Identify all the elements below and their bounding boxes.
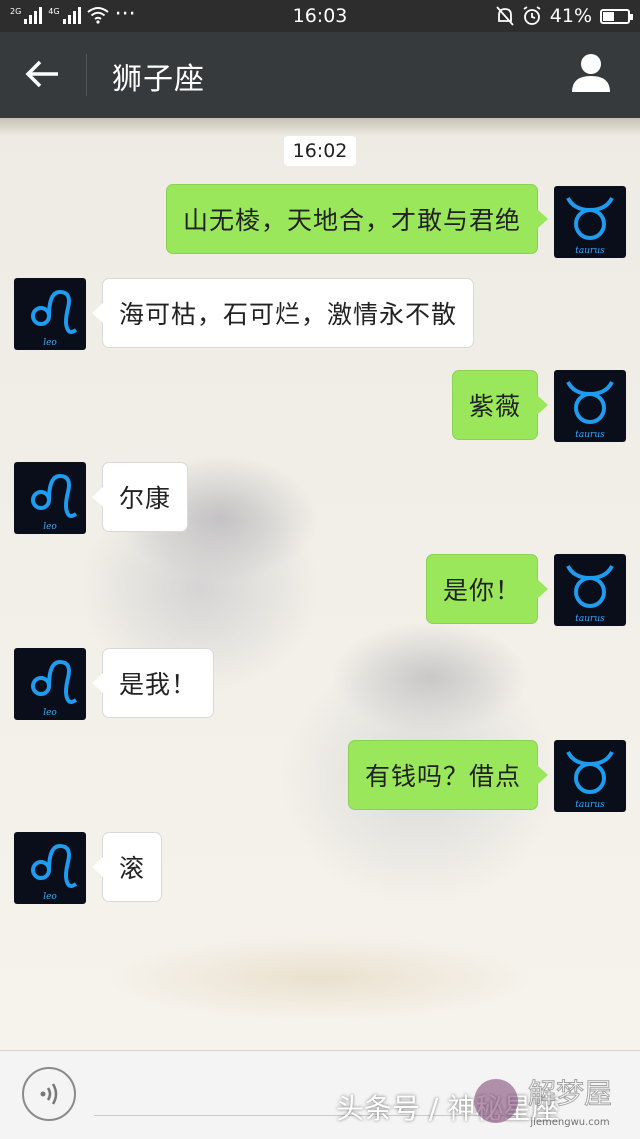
watermark-logo: 解梦屋 jiemengwu.com: [474, 1077, 613, 1128]
svg-text:taurus: taurus: [575, 614, 605, 624]
taurus-icon: taurus: [566, 751, 614, 810]
mute-bell-icon: [496, 6, 514, 26]
battery-icon: [600, 8, 633, 24]
svg-text:leo: leo: [43, 338, 57, 348]
chat-header: 狮子座: [0, 32, 640, 118]
status-bar: 2G 4G ··· 16:03 41%: [0, 0, 640, 32]
sent-message-bubble[interactable]: 是你！: [425, 554, 549, 624]
taurus-avatar[interactable]: taurus: [554, 186, 626, 258]
svg-text:leo: leo: [43, 708, 57, 718]
taurus-icon: taurus: [566, 565, 614, 624]
sent-message-bubble[interactable]: 有钱吗？借点: [347, 740, 549, 810]
voice-input-button[interactable]: [22, 1067, 76, 1121]
leo-avatar[interactable]: leo: [14, 832, 86, 904]
voice-icon: [40, 1083, 58, 1105]
leo-avatar[interactable]: leo: [14, 462, 86, 534]
sent-message-bubble[interactable]: 紫薇: [451, 370, 549, 440]
leo-icon: leo: [31, 843, 78, 902]
received-message-bubble[interactable]: 是我！: [91, 648, 215, 718]
header-divider: [86, 54, 87, 96]
leo-icon: leo: [31, 473, 78, 532]
taurus-icon: taurus: [566, 197, 614, 256]
taurus-avatar[interactable]: taurus: [554, 554, 626, 626]
message-list[interactable]: 16:02 山无棱，天地合，才敢与君绝 taurus leo 海可枯，石可烂，激…: [0, 118, 640, 1050]
leo-avatar[interactable]: leo: [14, 278, 86, 350]
taurus-avatar[interactable]: taurus: [554, 740, 626, 812]
received-message-bubble[interactable]: 滚: [91, 832, 163, 902]
contact-profile-icon[interactable]: [568, 50, 614, 96]
input-bar: 头条号 / 神秘星座 解梦屋 jiemengwu.com: [0, 1050, 640, 1139]
svg-text:taurus: taurus: [575, 430, 605, 440]
taurus-icon: taurus: [566, 381, 614, 440]
svg-text:taurus: taurus: [575, 246, 605, 256]
svg-text:解梦屋: 解梦屋: [528, 1077, 612, 1110]
alarm-icon: [523, 6, 541, 25]
received-message-bubble[interactable]: 海可枯，石可烂，激情永不散: [91, 278, 475, 348]
leo-icon: leo: [31, 289, 78, 348]
back-arrow-icon[interactable]: [22, 52, 66, 96]
leo-avatar[interactable]: leo: [14, 648, 86, 720]
svg-text:leo: leo: [43, 892, 57, 902]
svg-text:jiemengwu.com: jiemengwu.com: [529, 1117, 609, 1128]
taurus-avatar[interactable]: taurus: [554, 370, 626, 442]
svg-text:leo: leo: [43, 522, 57, 532]
message-timestamp: 16:02: [284, 136, 356, 166]
received-message-bubble[interactable]: 尔康: [91, 462, 189, 532]
sent-message-bubble[interactable]: 山无棱，天地合，才敢与君绝: [165, 184, 549, 254]
battery-percent: 41%: [549, 5, 592, 27]
leo-icon: leo: [31, 659, 78, 718]
svg-text:taurus: taurus: [575, 800, 605, 810]
chat-title: 狮子座: [112, 62, 205, 97]
